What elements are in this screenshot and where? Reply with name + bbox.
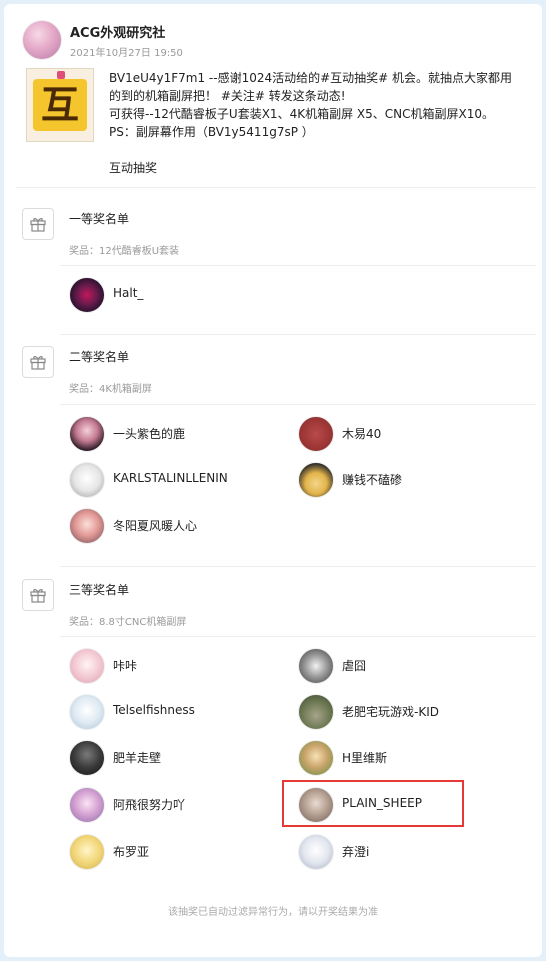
post-line: 的到的机箱副屏把！ #关注# 转发这条动态!: [109, 89, 346, 103]
divider: [60, 265, 536, 266]
post-time: 2021年10月27日 19:50: [70, 48, 183, 59]
post-line: PS：副屏幕作用（BV1y5411g7sP ）: [109, 125, 314, 139]
section-prize: 奖品：8.8寸CNC机箱副屏: [69, 617, 187, 628]
section-title: 二等奖名单: [69, 350, 130, 364]
winner-name[interactable]: 赚钱不磕碜: [342, 471, 402, 488]
winner-name[interactable]: H里维斯: [342, 749, 387, 766]
ribbon-icon: [57, 71, 65, 79]
author-name[interactable]: ACG外观研究社: [70, 22, 165, 41]
divider: [16, 187, 536, 188]
winner-avatar[interactable]: [69, 277, 105, 313]
section-title: 一等奖名单: [69, 212, 130, 226]
thumbnail-char: 互: [33, 79, 87, 131]
winner-name[interactable]: 肥羊走壁: [113, 749, 161, 766]
highlight-box: [282, 780, 464, 827]
author-avatar[interactable]: [22, 20, 62, 60]
winner-name[interactable]: 木易40: [342, 425, 381, 442]
winner-name[interactable]: 冬阳夏风暖人心: [113, 517, 197, 534]
post-line: 可获得--12代酷睿板子U套装X1、4K机箱副屏 X5、CNC机箱副屏X10。: [109, 107, 494, 121]
winner-avatar[interactable]: [69, 787, 105, 823]
winner-avatar[interactable]: [298, 834, 334, 870]
winner-name[interactable]: KARLSTALINLLENIN: [113, 471, 228, 485]
post-tag[interactable]: 互动抽奖: [109, 159, 529, 177]
winner-name[interactable]: Halt_: [113, 286, 143, 300]
winner-name[interactable]: 布罗亚: [113, 843, 149, 860]
divider: [60, 404, 536, 405]
winner-avatar[interactable]: [69, 508, 105, 544]
gift-icon: [22, 208, 54, 240]
winner-name[interactable]: 一头紫色的鹿: [113, 425, 185, 442]
winner-avatar[interactable]: [69, 648, 105, 684]
winner-name[interactable]: Telselfishness: [113, 703, 195, 717]
gift-icon: [22, 579, 54, 611]
winner-avatar[interactable]: [298, 694, 334, 730]
post-line: BV1eU4y1F7m1 --感谢1024活动给的#互动抽奖# 机会。就抽点大家…: [109, 71, 513, 85]
winner-name[interactable]: 弃澄i: [342, 843, 369, 860]
winner-avatar[interactable]: [69, 740, 105, 776]
post-thumbnail[interactable]: 互: [26, 68, 94, 142]
winner-avatar[interactable]: [298, 648, 334, 684]
section-title: 三等奖名单: [69, 583, 130, 597]
post-text: BV1eU4y1F7m1 --感谢1024活动给的#互动抽奖# 机会。就抽点大家…: [109, 69, 529, 177]
winner-avatar[interactable]: [298, 462, 334, 498]
section-prize: 奖品：4K机箱副屏: [69, 384, 152, 395]
divider: [60, 566, 536, 567]
winner-name[interactable]: 咔咔: [113, 657, 137, 674]
winner-avatar[interactable]: [69, 462, 105, 498]
divider: [60, 334, 536, 335]
winner-avatar[interactable]: [298, 416, 334, 452]
winner-name[interactable]: 阿飛很努力吖: [113, 796, 185, 813]
footer-note: 该抽奖已自动过滤异常行为，请以开奖结果为准: [168, 907, 378, 918]
winner-name[interactable]: 虐囧: [342, 657, 366, 674]
winner-avatar[interactable]: [69, 834, 105, 870]
gift-icon: [22, 346, 54, 378]
section-prize: 奖品：12代酷睿板U套装: [69, 246, 180, 257]
winner-avatar[interactable]: [298, 740, 334, 776]
winner-avatar[interactable]: [69, 694, 105, 730]
divider: [60, 636, 536, 637]
winner-avatar[interactable]: [69, 416, 105, 452]
winner-name[interactable]: 老肥宅玩游戏-KID: [342, 703, 439, 720]
